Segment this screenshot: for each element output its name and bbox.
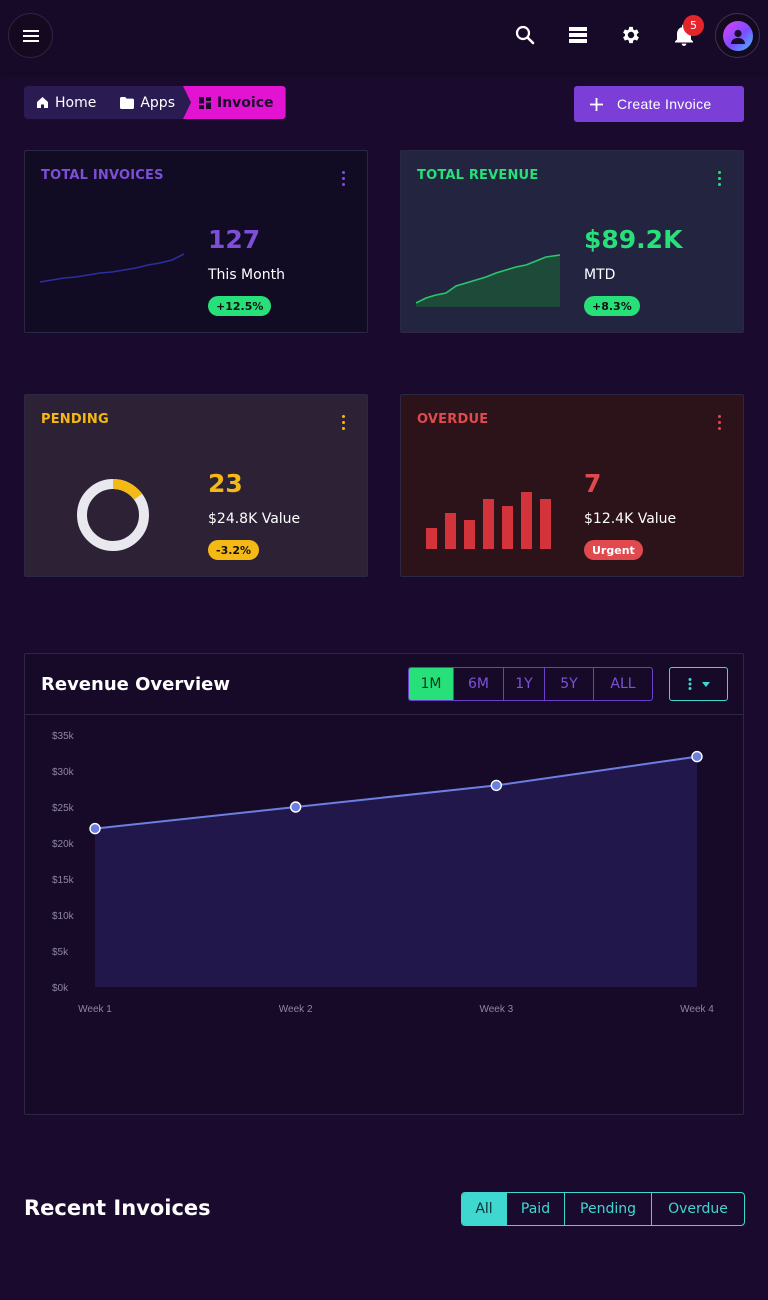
top-navigation-bar: 5: [0, 0, 768, 72]
card-value: 127: [208, 225, 261, 254]
card-subtitle: $24.8K Value: [208, 511, 301, 527]
invoices-sparkline: [40, 253, 185, 283]
settings-button[interactable]: [618, 22, 644, 48]
breadcrumb-apps-label: Apps: [140, 94, 175, 111]
range-all-button[interactable]: ALL: [594, 668, 652, 700]
total-revenue-card: TOTAL REVENUE $89.2K MTD +8.3%: [400, 150, 744, 333]
avatar[interactable]: [715, 13, 760, 58]
y-tick-label: $30k: [52, 767, 75, 778]
dashboard-icon: [199, 96, 211, 109]
card-menu-button[interactable]: [718, 171, 721, 186]
card-value: 7: [584, 469, 602, 498]
card-title: OVERDUE: [417, 412, 489, 427]
revenue-sparkline: [416, 254, 561, 307]
revenue-overview-title: Revenue Overview: [41, 674, 230, 695]
caret-down-icon: [701, 681, 710, 687]
notification-count-badge: 5: [683, 15, 704, 36]
revenue-overview-panel: Revenue Overview 1M 6M 1Y 5Y ALL $0k $5k $…: [24, 653, 744, 1115]
data-point: [490, 779, 503, 792]
pending-donut-chart: [77, 479, 149, 551]
filter-all-button[interactable]: All: [462, 1193, 507, 1225]
card-menu-button[interactable]: [342, 171, 345, 186]
folder-icon: [120, 96, 135, 109]
menu-button[interactable]: [8, 13, 53, 58]
y-tick-label: $15k: [52, 875, 75, 886]
filter-overdue-button[interactable]: Overdue: [652, 1193, 744, 1225]
breadcrumb-home-label: Home: [55, 94, 97, 111]
card-subtitle: MTD: [584, 267, 616, 283]
home-icon: [37, 97, 48, 108]
status-badge: Urgent: [584, 540, 643, 560]
search-icon: [515, 25, 535, 45]
area-fill: [95, 756, 697, 987]
filter-paid-button[interactable]: Paid: [507, 1193, 565, 1225]
card-subtitle: This Month: [208, 267, 285, 283]
card-value: $89.2K: [584, 225, 683, 254]
invoice-status-filter: All Paid Pending Overdue: [461, 1192, 745, 1226]
breadcrumb-home[interactable]: Home: [24, 86, 108, 119]
avatar-image: [722, 20, 753, 51]
data-point: [289, 801, 302, 813]
y-tick-label: $20k: [52, 839, 75, 850]
x-tick-label: Week 2: [279, 1004, 313, 1015]
chart-options-dropdown[interactable]: [669, 667, 728, 701]
y-tick-label: $10k: [52, 911, 75, 922]
y-tick-label: $25k: [52, 803, 75, 814]
range-1m-button[interactable]: 1M: [409, 668, 454, 700]
revenue-overview-header: Revenue Overview 1M 6M 1Y 5Y ALL: [25, 654, 743, 715]
breadcrumb-apps[interactable]: Apps: [108, 86, 187, 119]
breadcrumb-invoice[interactable]: Invoice: [183, 86, 286, 119]
breadcrumb-invoice-label: Invoice: [217, 94, 274, 111]
x-tick-label: Week 3: [479, 1004, 513, 1015]
data-point: [691, 750, 703, 763]
range-selector: 1M 6M 1Y 5Y ALL: [408, 667, 653, 701]
trend-badge: -3.2%: [208, 540, 260, 560]
range-6m-button[interactable]: 6M: [454, 668, 504, 700]
x-tick-label: Week 4: [680, 1004, 714, 1015]
total-invoices-card: TOTAL INVOICES 127 This Month +12.5%: [24, 150, 368, 333]
revenue-line-chart: $0k $5k $10k $15k $20k $25k $30k $35k Week 1 Week…: [52, 731, 714, 1015]
gear-icon: [623, 26, 639, 44]
trend-badge: +12.5%: [208, 296, 272, 316]
breadcrumb: Home Apps Invoice: [24, 86, 286, 119]
card-menu-button[interactable]: [342, 415, 345, 430]
create-invoice-button[interactable]: Create Invoice: [574, 86, 744, 122]
pending-card: PENDING 23 $24.8K Value -3.2%: [24, 394, 368, 577]
layers-button[interactable]: [565, 22, 591, 48]
y-tick-label: $0k: [52, 983, 69, 994]
menu-icon: [22, 29, 39, 42]
card-subtitle: $12.4K Value: [584, 511, 677, 527]
card-title: PENDING: [41, 412, 109, 427]
card-title: TOTAL INVOICES: [41, 168, 164, 183]
y-tick-label: $35k: [52, 731, 75, 742]
recent-invoices-title: Recent Invoices: [24, 1196, 211, 1220]
more-vertical-icon: [688, 678, 691, 690]
trend-badge: +8.3%: [584, 296, 640, 316]
user-icon: [730, 29, 745, 44]
card-title: TOTAL REVENUE: [417, 168, 539, 183]
range-1y-button[interactable]: 1Y: [504, 668, 545, 700]
x-tick-label: Week 1: [78, 1004, 112, 1015]
filter-pending-button[interactable]: Pending: [565, 1193, 652, 1225]
y-tick-label: $5k: [52, 947, 69, 958]
range-5y-button[interactable]: 5Y: [545, 668, 594, 700]
card-value: 23: [208, 469, 243, 498]
create-invoice-label: Create Invoice: [617, 96, 712, 112]
overdue-card: OVERDUE 7 $12.4K Value Urgent: [400, 394, 744, 577]
card-menu-button[interactable]: [718, 415, 721, 430]
data-point: [89, 822, 101, 835]
overdue-bar-chart: [426, 492, 551, 549]
layers-icon: [569, 27, 587, 43]
plus-icon: [590, 97, 603, 111]
search-button[interactable]: [512, 22, 538, 48]
